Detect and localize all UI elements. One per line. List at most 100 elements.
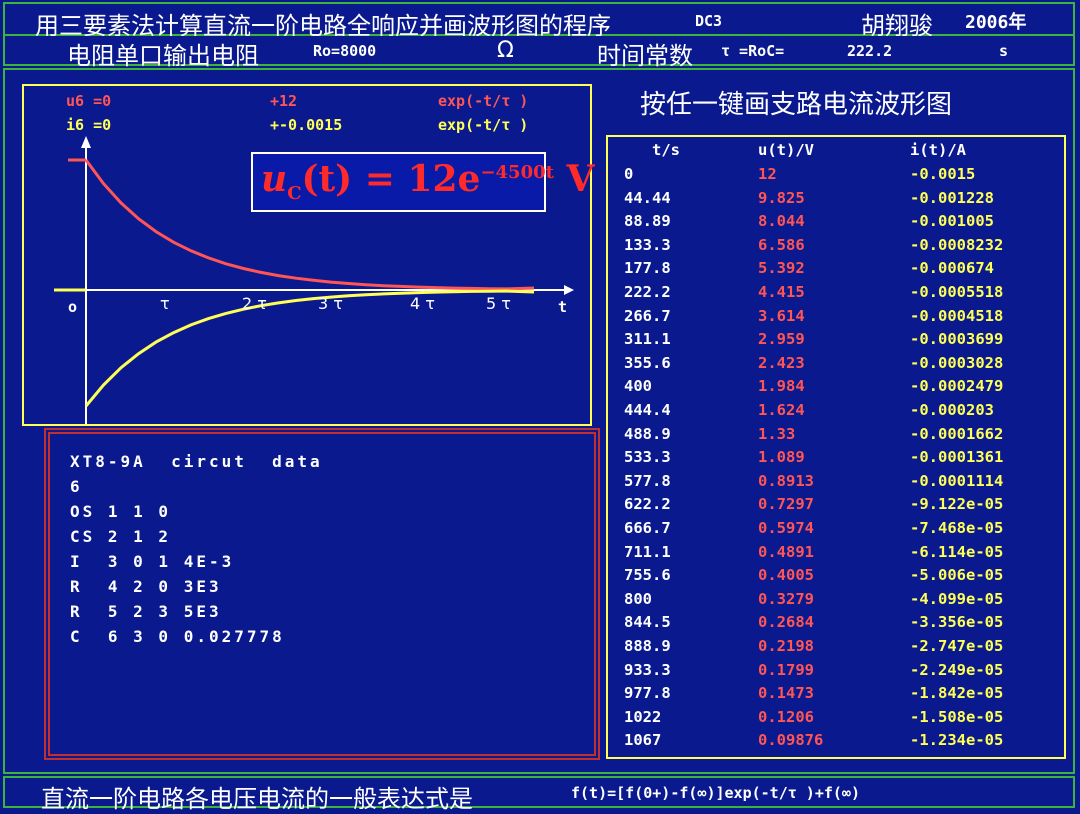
table-row: 1067 0.09876 -1.234e-05 bbox=[608, 731, 1064, 755]
program-code: DC3 bbox=[695, 12, 723, 30]
tau-label: 时间常数 bbox=[597, 42, 693, 70]
current-cell: -0.001005 bbox=[910, 212, 994, 231]
voltage-cell: 0.8913 bbox=[758, 471, 814, 490]
current-cell: -0.0001361 bbox=[910, 448, 1004, 467]
netlist-line: OS 1 1 0 bbox=[70, 502, 172, 521]
netlist-line: R 5 2 3 5E3 bbox=[70, 602, 222, 621]
voltage-cell: 0.7297 bbox=[758, 495, 814, 514]
voltage-cell: 1.984 bbox=[758, 377, 805, 396]
origin-label: o bbox=[68, 298, 78, 316]
voltage-cell: 0.2684 bbox=[758, 613, 814, 632]
formula-exponent: −4500t bbox=[480, 162, 554, 183]
table-row: 1022 0.1206 -1.508e-05 bbox=[608, 708, 1064, 732]
netlist-line: C 6 3 0 0.027778 bbox=[70, 627, 285, 646]
current-cell: -0.001228 bbox=[910, 188, 994, 207]
table-row: 622.2 0.7297 -9.122e-05 bbox=[608, 495, 1064, 519]
voltage-cell: 0.1473 bbox=[758, 684, 814, 703]
waveform-graph: u6 =0 +12 exp(-t/τ ) i6 =0 +-0.0015 exp(… bbox=[22, 84, 592, 426]
formula-main: (t) = 12e bbox=[301, 158, 481, 200]
table-row: 666.7 0.5974 -7.468e-05 bbox=[608, 519, 1064, 543]
time-cell: 800 bbox=[624, 589, 652, 608]
voltage-cell: 0.1799 bbox=[758, 660, 814, 679]
current-cell: -0.000203 bbox=[910, 401, 994, 419]
table-row: 266.7 3.614 -0.0004518 bbox=[608, 307, 1064, 331]
tick-3: 3 τ bbox=[318, 294, 343, 313]
footer-bar: 直流一阶电路各电压电流的一般表达式是 f(t)=[f(0+)-f(∞)]exp(… bbox=[3, 776, 1075, 813]
value-axis-arrow bbox=[81, 136, 91, 148]
year-label: 2006年 bbox=[965, 12, 1027, 33]
response-table: t/s u(t)/V i(t)/A 0 12 -0.0015 44.44 9.825 -0… bbox=[606, 135, 1066, 759]
voltage-cell: 3.614 bbox=[758, 306, 805, 325]
time-axis-arrow bbox=[564, 285, 574, 295]
formula-box: uC(t) = 12e−4500t V bbox=[251, 152, 594, 212]
table-row: 888.9 0.2198 -2.747e-05 bbox=[608, 637, 1064, 661]
voltage-cell: 2.959 bbox=[758, 330, 805, 349]
ohm-unit: Ω bbox=[497, 38, 514, 63]
voltage-cell: 4.415 bbox=[758, 283, 805, 301]
voltage-cell: 0.2198 bbox=[758, 637, 814, 655]
current-cell: -7.468e-05 bbox=[910, 519, 1004, 537]
time-cell: 1067 bbox=[624, 731, 662, 750]
formula-sub: C bbox=[287, 183, 302, 205]
tick-5: 5 τ bbox=[486, 294, 511, 313]
time-cell: 622.2 bbox=[624, 495, 671, 514]
tau-value: 222.2 bbox=[847, 42, 893, 60]
tick-2: 2 τ bbox=[242, 294, 267, 313]
table-row: 711.1 0.4891 -6.114e-05 bbox=[608, 543, 1064, 567]
time-cell: 133.3 bbox=[624, 235, 671, 254]
netlist-line: R 4 2 0 3E3 bbox=[70, 577, 222, 596]
current-cell: -4.099e-05 bbox=[910, 589, 1004, 608]
voltage-cell: 0.3279 bbox=[758, 589, 814, 608]
voltage-cell: 0.09876 bbox=[758, 731, 824, 750]
table-row: 844.5 0.2684 -3.356e-05 bbox=[608, 613, 1064, 637]
time-cell: 933.3 bbox=[624, 660, 671, 679]
voltage-cell: 0.1206 bbox=[758, 707, 814, 726]
current-cell: -1.234e-05 bbox=[910, 731, 1004, 750]
current-cell: -0.0002479 bbox=[910, 377, 1004, 396]
current-cell: -0.0004518 bbox=[910, 306, 1004, 325]
current-cell: -0.0003699 bbox=[910, 330, 1004, 349]
current-cell: -0.000674 bbox=[910, 259, 994, 278]
voltage-cell: 5.392 bbox=[758, 259, 805, 278]
tick-1: τ bbox=[160, 294, 170, 313]
voltage-cell: 2.423 bbox=[758, 353, 805, 372]
current-cell: -0.0008232 bbox=[910, 235, 1004, 254]
header-current: i(t)/A bbox=[910, 141, 966, 159]
netlist-line: XT8-9A circut data bbox=[70, 452, 323, 471]
ro-value: Ro=8000 bbox=[313, 42, 377, 60]
table-row: 0 12 -0.0015 bbox=[608, 165, 1064, 189]
current-curve bbox=[84, 289, 535, 407]
current-cell: -0.0001114 bbox=[910, 471, 1004, 490]
voltage-cell: 1.33 bbox=[758, 424, 796, 443]
table-row: 755.6 0.4005 -5.006e-05 bbox=[608, 566, 1064, 590]
voltage-cell: 12 bbox=[758, 165, 777, 183]
current-cell: -0.0003028 bbox=[910, 353, 1004, 372]
current-cell: -0.0005518 bbox=[910, 283, 1004, 301]
voltage-cell: 6.586 bbox=[758, 235, 805, 254]
table-row: 577.8 0.8913 -0.0001114 bbox=[608, 472, 1064, 496]
formula-u: u bbox=[261, 158, 288, 200]
title-bar: 用三要素法计算直流一阶电路全响应并画波形图的程序 DC3 胡翔骏 2006年 bbox=[3, 2, 1075, 40]
current-cell: -0.0015 bbox=[910, 165, 976, 183]
table-row: 977.8 0.1473 -1.842e-05 bbox=[608, 684, 1064, 708]
time-axis-label: t bbox=[558, 298, 568, 316]
tau-unit: s bbox=[999, 42, 1009, 60]
current-cell: -1.508e-05 bbox=[910, 707, 1004, 726]
resistance-label: 电阻单口输出电阻 bbox=[67, 42, 259, 70]
general-expression: f(t)=[f(0+)-f(∞)]exp(-t/τ )+f(∞) bbox=[571, 784, 860, 802]
time-cell: 888.9 bbox=[624, 637, 671, 655]
waveform-plot bbox=[54, 136, 574, 424]
header-time: t/s bbox=[652, 141, 680, 159]
time-cell: 355.6 bbox=[624, 353, 671, 372]
table-row: 400 1.984 -0.0002479 bbox=[608, 377, 1064, 401]
current-cell: -6.114e-05 bbox=[910, 542, 1004, 561]
netlist-line: I 3 0 1 4E-3 bbox=[70, 552, 235, 571]
time-cell: 533.3 bbox=[624, 448, 671, 467]
voltage-cell: 0.5974 bbox=[758, 519, 814, 537]
time-cell: 755.6 bbox=[624, 566, 671, 585]
table-row: 222.2 4.415 -0.0005518 bbox=[608, 283, 1064, 307]
time-cell: 400 bbox=[624, 377, 652, 396]
time-cell: 977.8 bbox=[624, 684, 671, 703]
netlist-line: 6 bbox=[70, 477, 83, 496]
netlist-line: CS 2 1 2 bbox=[70, 527, 172, 546]
